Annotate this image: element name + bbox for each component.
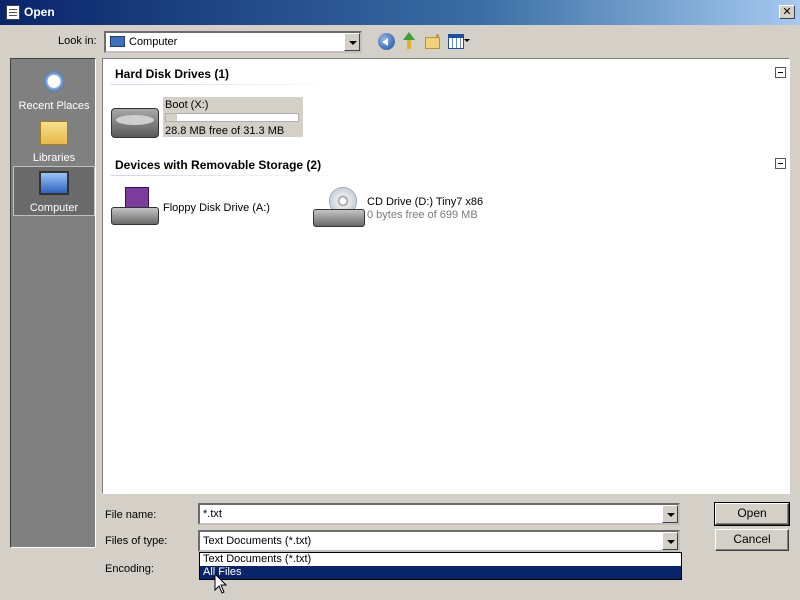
drive-free-space: 0 bytes free of 699 MB <box>367 209 478 221</box>
look-in-combobox[interactable]: Computer <box>104 31 362 53</box>
notepad-icon <box>6 5 20 20</box>
encoding-label: Encoding: <box>105 563 154 575</box>
new-folder-icon[interactable] <box>425 31 441 49</box>
hard-disk-icon <box>111 108 159 138</box>
window-title: Open <box>24 5 55 19</box>
collapse-hard-disk-drives-button[interactable] <box>775 67 786 78</box>
cancel-button[interactable]: Cancel <box>715 529 789 551</box>
cd-drive-icon <box>313 187 365 227</box>
view-menu-icon[interactable] <box>448 33 472 50</box>
look-in-label: Look in: <box>58 35 97 47</box>
drive-name: Boot (X:) <box>165 99 209 111</box>
floppy-drive-icon <box>111 187 159 227</box>
place-label: Libraries <box>32 152 76 164</box>
title-bar[interactable]: Open ✕ <box>0 0 800 25</box>
mouse-cursor-icon <box>214 573 228 594</box>
close-icon: ✕ <box>782 5 792 18</box>
collapse-removable-storage-button[interactable] <box>775 158 786 169</box>
group-divider <box>111 84 343 85</box>
file-type-value: Text Documents (*.txt) <box>203 535 312 547</box>
file-name-combobox[interactable]: *.txt <box>198 503 680 525</box>
file-type-option-selected[interactable]: All Files <box>200 566 681 579</box>
drive-free-space: 28.8 MB free of 31.3 MB <box>165 125 285 137</box>
computer-icon <box>110 36 125 47</box>
places-bar: Recent Places Libraries Computer <box>10 58 96 548</box>
file-name-label: File name: <box>105 509 157 521</box>
drive-usage-bar <box>165 113 299 122</box>
up-one-level-icon[interactable] <box>401 32 417 50</box>
place-recent-places[interactable]: Recent Places <box>13 63 95 113</box>
computer-icon <box>39 171 69 195</box>
group-divider <box>111 175 343 176</box>
file-type-combobox[interactable]: Text Documents (*.txt) <box>198 530 680 552</box>
look-in-dropdown-button[interactable] <box>344 33 360 51</box>
file-name-dropdown-button[interactable] <box>662 505 678 523</box>
libraries-icon <box>40 121 68 145</box>
recent-places-icon <box>40 66 68 94</box>
place-computer[interactable]: Computer <box>13 166 95 216</box>
group-header-removable-storage[interactable]: Devices with Removable Storage (2) <box>115 158 321 172</box>
group-header-hard-disk-drives[interactable]: Hard Disk Drives (1) <box>115 67 229 81</box>
drive-item-floppy[interactable]: Floppy Disk Drive (A:) <box>163 202 270 214</box>
place-label: Recent Places <box>18 100 90 112</box>
place-libraries[interactable]: Libraries <box>13 115 95 165</box>
drive-usage-fill <box>166 114 177 121</box>
place-label: Computer <box>29 202 79 214</box>
file-name-value: *.txt <box>203 508 222 520</box>
file-type-dropdown-list[interactable]: Text Documents (*.txt) All Files <box>199 552 682 580</box>
open-button[interactable]: Open <box>714 502 790 526</box>
drive-item-cd[interactable]: CD Drive (D:) Tiny7 x86 <box>367 196 483 208</box>
file-type-dropdown-button[interactable] <box>662 532 678 550</box>
look-in-value: Computer <box>129 36 178 48</box>
drive-item-boot[interactable]: Boot (X:) 28.8 MB free of 31.3 MB <box>163 97 303 137</box>
file-type-label: Files of type: <box>105 535 168 547</box>
back-icon[interactable] <box>378 33 395 50</box>
file-list-view[interactable]: Hard Disk Drives (1) Boot (X:) 28.8 MB f… <box>102 58 790 494</box>
close-button[interactable]: ✕ <box>779 5 795 19</box>
file-type-option[interactable]: Text Documents (*.txt) <box>200 553 681 566</box>
